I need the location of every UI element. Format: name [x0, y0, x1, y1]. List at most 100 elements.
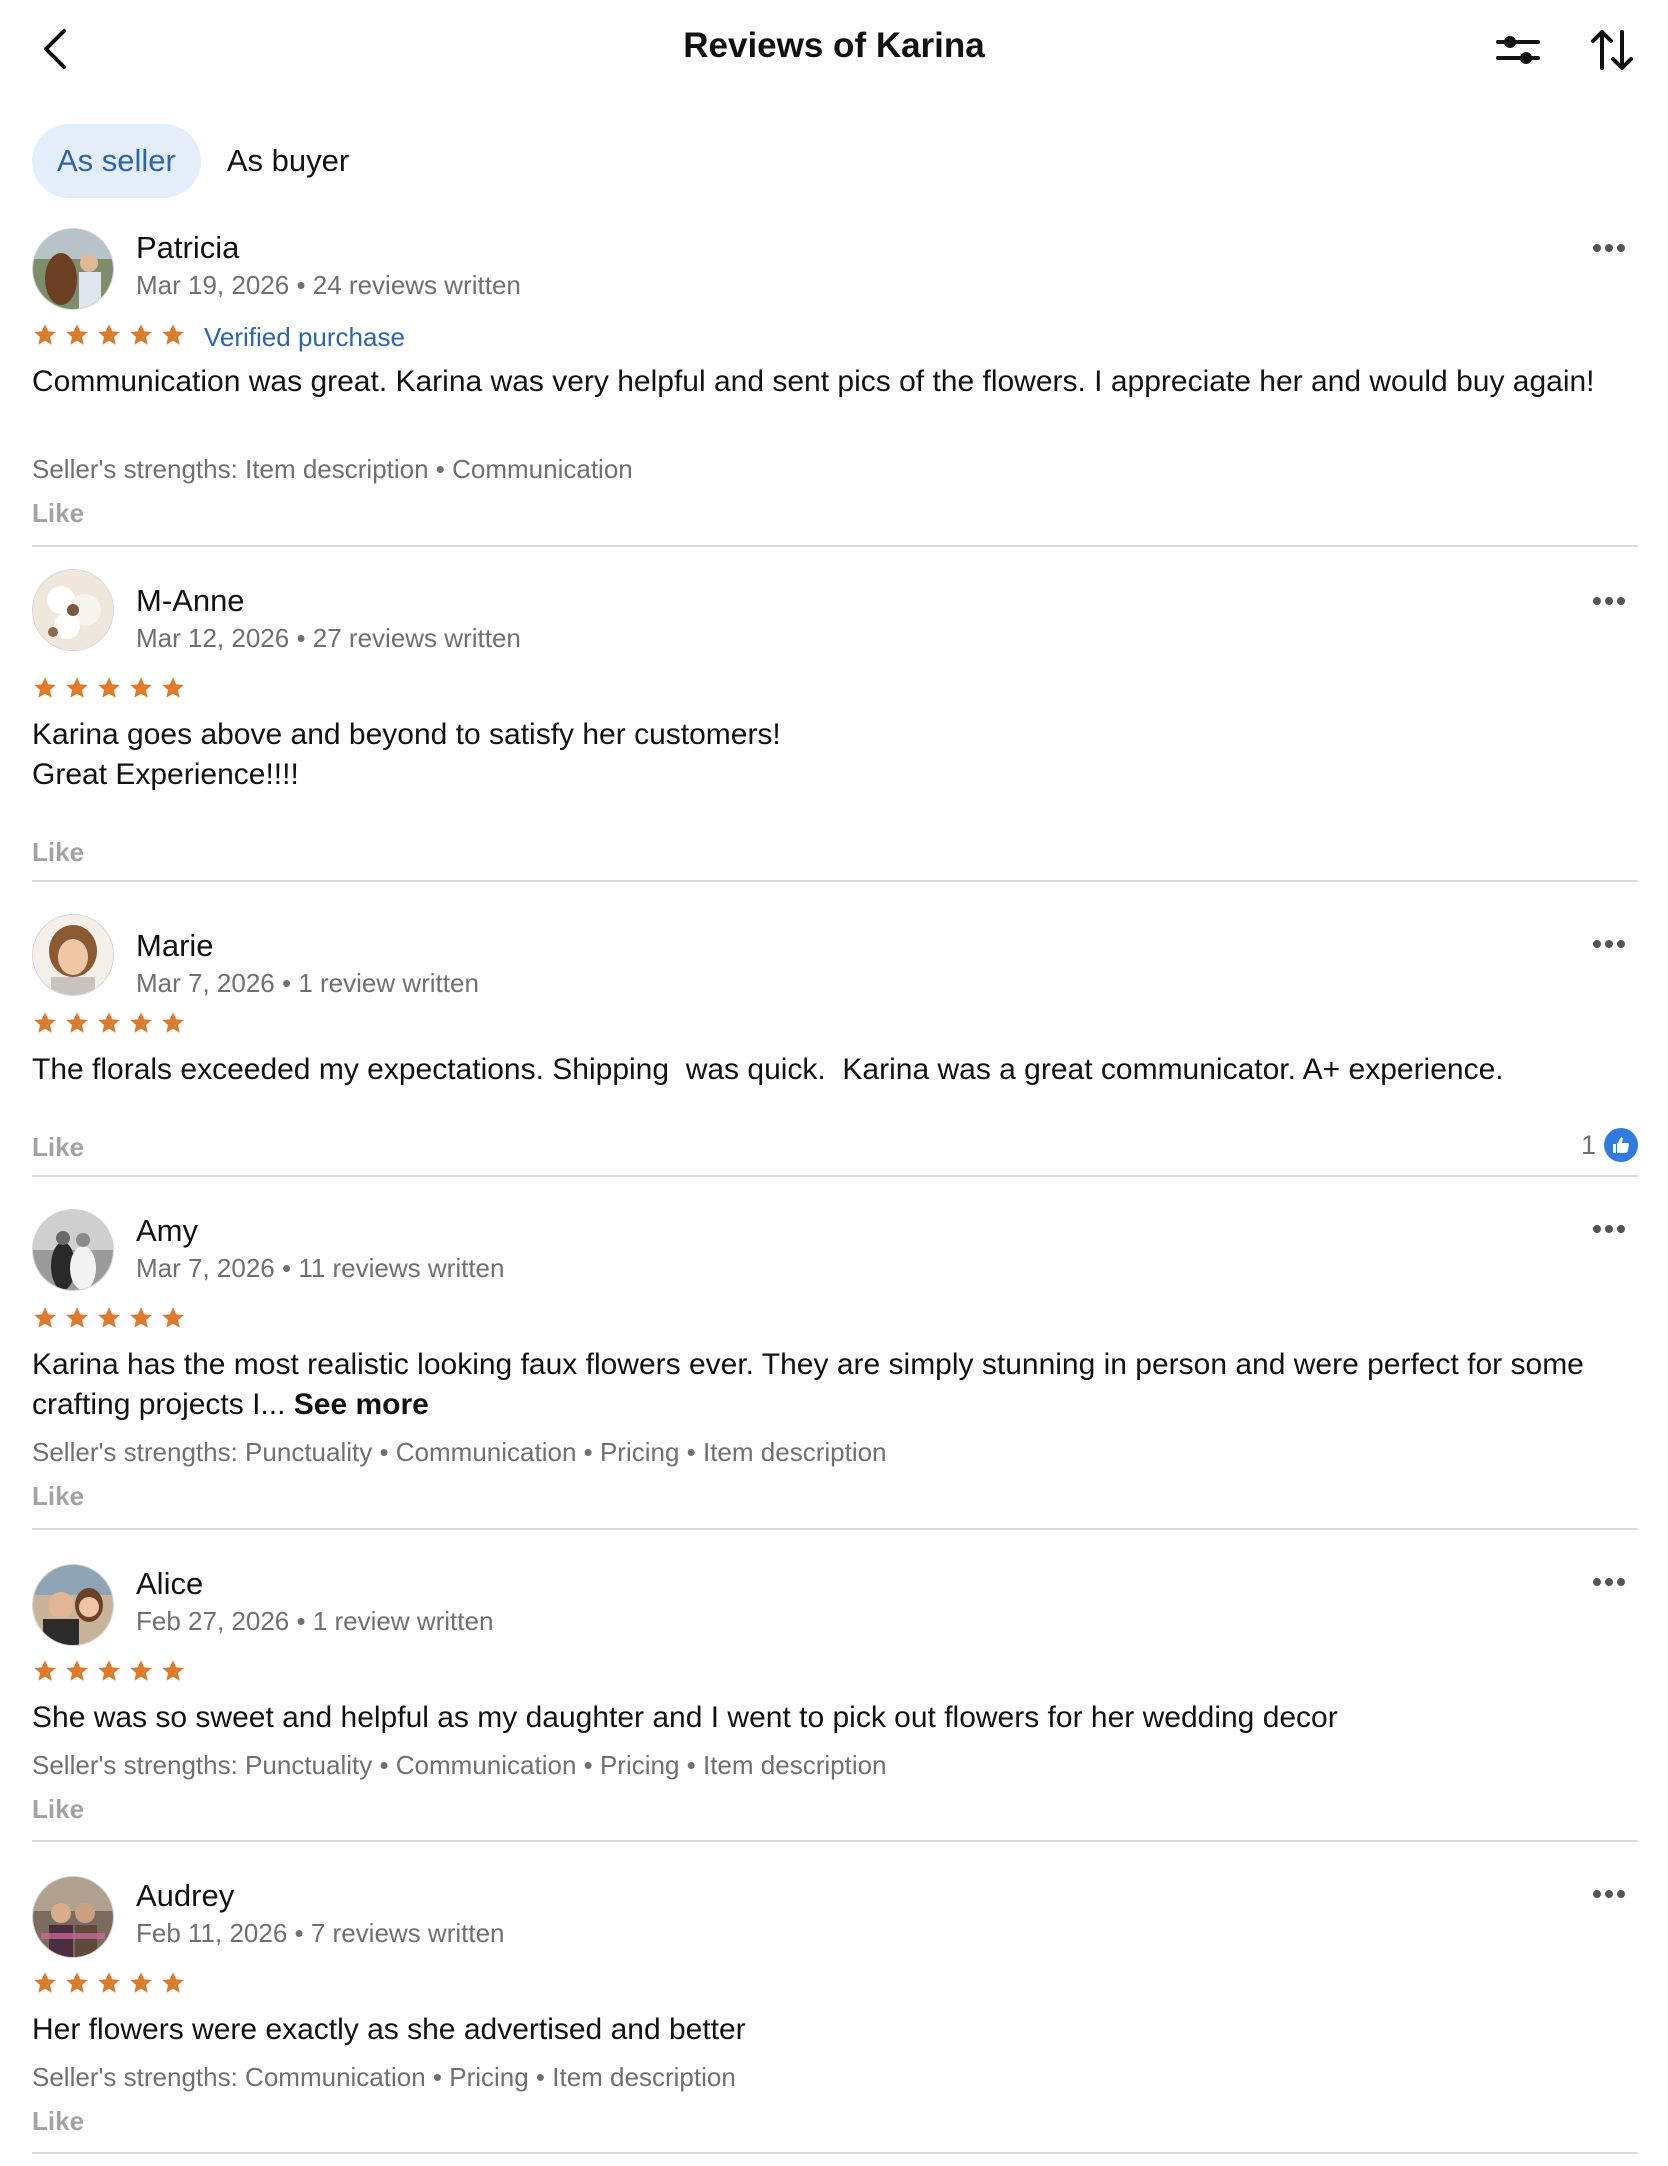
reviews-written-count: 1 review written: [312, 1606, 494, 1636]
star-icon: [162, 324, 184, 345]
avatar[interactable]: [32, 228, 114, 310]
star-rating: [32, 1305, 186, 1331]
review-item: Patricia Mar 19, 2026 • 24 reviews writt…: [32, 218, 1638, 547]
sliders-icon: [1496, 36, 1540, 64]
like-button[interactable]: Like: [32, 837, 84, 868]
thumbs-up-icon: [1604, 1128, 1638, 1162]
star-rating: [32, 1658, 186, 1684]
review-meta: Feb 27, 2026 • 1 review written: [136, 1606, 494, 1636]
star-icon: [34, 1012, 56, 1033]
star-rating: [32, 1970, 186, 1996]
star-icon: [130, 324, 152, 345]
review-meta: Mar 7, 2026 • 11 reviews written: [136, 1253, 505, 1283]
review-meta: Mar 19, 2026 • 24 reviews written: [136, 270, 521, 300]
star-rating: [32, 1010, 186, 1036]
ellipsis-icon: [1593, 1578, 1625, 1586]
reviews-written-count: 7 reviews written: [310, 1918, 505, 1948]
review-text-line: Karina goes above and beyond to satisfy …: [32, 718, 781, 751]
ellipsis-icon: [1593, 940, 1625, 948]
review-meta: Mar 12, 2026 • 27 reviews written: [136, 623, 521, 653]
review-text: Karina goes above and beyond to satisfy …: [32, 715, 1638, 795]
star-icon: [130, 1972, 152, 1993]
like-button[interactable]: Like: [32, 498, 84, 529]
seller-strengths: Seller's strengths: Item description • C…: [32, 454, 633, 484]
see-more-link[interactable]: See more: [294, 1388, 429, 1421]
more-options-button[interactable]: [1584, 581, 1634, 621]
review-item: M-Anne Mar 12, 2026 • 27 reviews written…: [32, 547, 1638, 882]
sort-arrows-icon: [1591, 30, 1633, 70]
ellipsis-icon: [1593, 597, 1625, 605]
page-title: Reviews of Karina: [683, 26, 985, 65]
like-button[interactable]: Like: [32, 1481, 84, 1512]
reviewer-name[interactable]: Audrey: [136, 1878, 234, 1914]
star-icon: [162, 677, 184, 698]
review-date: Feb 27, 2026: [136, 1606, 290, 1636]
reviews-written-count: 11 reviews written: [298, 1253, 505, 1283]
top-bar: Reviews of Karina: [0, 0, 1668, 100]
review-item: Amy Mar 7, 2026 • 11 reviews written Kar…: [32, 1177, 1638, 1530]
star-icon: [66, 1012, 88, 1033]
star-icon: [34, 677, 56, 698]
review-meta: Feb 11, 2026 • 7 reviews written: [136, 1918, 505, 1948]
star-icon: [34, 324, 56, 345]
avatar[interactable]: [32, 1876, 114, 1958]
verified-purchase-badge: Verified purchase: [204, 322, 405, 352]
review-date: Feb 11, 2026: [136, 1918, 288, 1948]
reviews-written-count: 1 review written: [298, 968, 479, 998]
like-button[interactable]: Like: [32, 2106, 84, 2137]
filter-button[interactable]: [1488, 22, 1548, 78]
avatar[interactable]: [32, 569, 114, 651]
star-icon: [66, 1972, 88, 1993]
star-icon: [66, 1307, 88, 1328]
tab-as-buyer[interactable]: As buyer: [215, 124, 374, 198]
reviewer-name[interactable]: Marie: [136, 928, 214, 964]
like-button[interactable]: Like: [32, 1132, 84, 1163]
star-icon: [66, 324, 88, 345]
review-date: Mar 19, 2026: [136, 270, 290, 300]
star-icon: [34, 1660, 56, 1681]
more-options-button[interactable]: [1584, 1874, 1634, 1914]
avatar[interactable]: [32, 1209, 114, 1291]
star-icon: [162, 1660, 184, 1681]
sort-button[interactable]: [1582, 22, 1642, 78]
star-icon: [130, 677, 152, 698]
tab-as-seller[interactable]: As seller: [32, 124, 201, 198]
reviews-written-count: 27 reviews written: [312, 623, 521, 653]
review-text: Communication was great. Karina was very…: [32, 365, 1595, 398]
review-text: She was so sweet and helpful as my daugh…: [32, 1701, 1338, 1734]
reviews-written-count: 24 reviews written: [312, 270, 521, 300]
review-date: Mar 7, 2026: [136, 968, 275, 998]
review-item: Marie Mar 7, 2026 • 1 review written The…: [32, 882, 1638, 1177]
reviewer-name[interactable]: Amy: [136, 1213, 198, 1249]
star-icon: [34, 1307, 56, 1328]
star-icon: [98, 677, 120, 698]
seller-strengths: Seller's strengths: Punctuality • Commun…: [32, 1437, 887, 1467]
more-options-button[interactable]: [1584, 1209, 1634, 1249]
ellipsis-icon: [1593, 1225, 1625, 1233]
reviewer-name[interactable]: M-Anne: [136, 583, 245, 619]
avatar[interactable]: [32, 914, 114, 996]
reviewer-name[interactable]: Patricia: [136, 230, 239, 266]
like-count: 1: [1581, 1128, 1638, 1162]
star-icon: [162, 1012, 184, 1033]
like-count-value: 1: [1580, 1129, 1596, 1160]
star-icon: [162, 1307, 184, 1328]
reviewer-name[interactable]: Alice: [136, 1566, 203, 1602]
star-icon: [130, 1660, 152, 1681]
more-options-button[interactable]: [1584, 924, 1634, 964]
star-icon: [98, 1972, 120, 1993]
more-options-button[interactable]: [1584, 228, 1634, 268]
review-text: The florals exceeded my expectations. Sh…: [32, 1053, 1504, 1086]
review-text-line: Great Experience!!!!: [32, 758, 299, 791]
seller-strengths: Seller's strengths: Punctuality • Commun…: [32, 1750, 887, 1780]
review-item: Audrey Feb 11, 2026 • 7 reviews written …: [32, 1842, 1638, 2154]
star-rating: [32, 675, 186, 701]
like-button[interactable]: Like: [32, 1794, 84, 1825]
avatar[interactable]: [32, 1564, 114, 1646]
more-options-button[interactable]: [1584, 1562, 1634, 1602]
reviews-list: Patricia Mar 19, 2026 • 24 reviews writt…: [32, 218, 1638, 2154]
ellipsis-icon: [1593, 244, 1625, 252]
star-icon: [34, 1972, 56, 1993]
role-tabs: As seller As buyer: [32, 124, 374, 198]
star-icon: [98, 1307, 120, 1328]
